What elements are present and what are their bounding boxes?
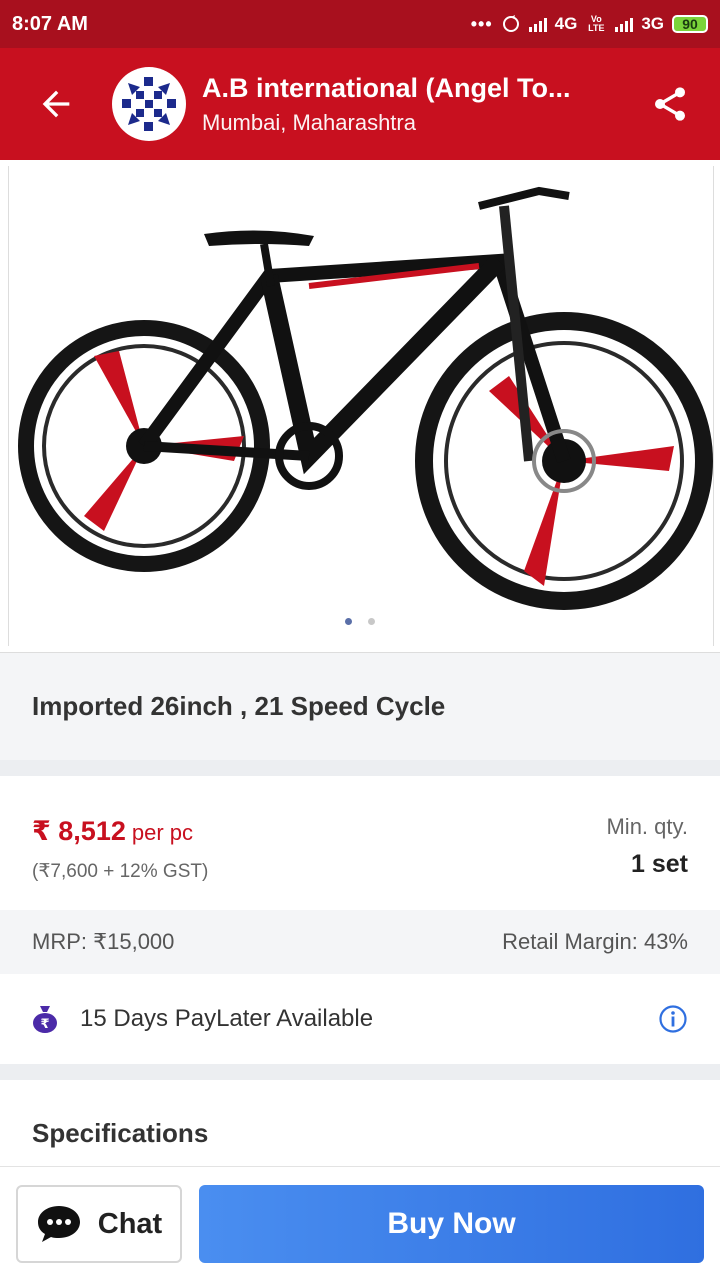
chat-label: Chat — [97, 1207, 163, 1240]
status-time: 8:07 AM — [12, 12, 88, 35]
section-gap — [0, 760, 720, 776]
carousel-dot-1[interactable] — [345, 618, 352, 625]
network-type-2: 3G — [641, 14, 664, 33]
product-title: Imported 26inch , 21 Speed Cycle — [32, 691, 446, 721]
mrp-row: MRP: ₹15,000 Retail Margin: 43% — [0, 910, 720, 974]
retail-margin: Retail Margin: 43% — [502, 929, 688, 954]
buy-now-button[interactable]: Buy Now — [199, 1185, 704, 1263]
bicycle-image — [18, 186, 713, 610]
buy-now-label: Buy Now — [387, 1207, 516, 1240]
chat-button[interactable]: Chat — [16, 1185, 182, 1263]
min-qty-label: Min. qty. — [606, 814, 688, 839]
signal-icon-1 — [528, 16, 547, 32]
section-gap — [0, 1064, 720, 1080]
product-image[interactable] — [8, 166, 714, 646]
info-icon[interactable] — [658, 1004, 688, 1034]
specifications-title: Specifications — [32, 1118, 209, 1148]
signal-icon-2 — [615, 16, 634, 32]
store-location: Mumbai, Maharashtra — [202, 109, 416, 135]
app-bar: A.B international (Angel To... Mumbai, M… — [0, 48, 720, 160]
mrp-value: MRP: ₹15,000 — [32, 929, 175, 954]
price-amount: ₹ 8,512 — [32, 816, 126, 846]
status-icons: ••• 4G Vo LTE 3G 90 — [471, 14, 708, 35]
title-section: Imported 26inch , 21 Speed Cycle — [0, 653, 720, 760]
price-line: ₹ 8,512 per pc — [32, 816, 193, 847]
store-logo-mark — [116, 71, 182, 137]
svg-text:₹: ₹ — [40, 1017, 49, 1032]
share-button[interactable] — [620, 48, 720, 160]
share-icon — [655, 87, 685, 121]
back-button[interactable] — [0, 48, 112, 160]
paylater-row[interactable]: ₹ 15 Days PayLater Available — [0, 974, 720, 1064]
bottom-action-bar: Chat Buy Now — [0, 1166, 720, 1280]
price-unit: per pc — [131, 820, 194, 845]
network-type-1: 4G — [554, 14, 578, 33]
specifications-section: Specifications — [0, 1080, 720, 1170]
notification-dots: ••• — [470, 13, 493, 34]
min-qty-value: 1 set — [631, 850, 688, 878]
volte-badge: Vo LTE — [588, 14, 605, 33]
chat-icon — [37, 1206, 80, 1242]
store-name: A.B international (Angel To... — [202, 72, 571, 103]
sync-icon — [502, 15, 519, 32]
carousel-dots[interactable] — [0, 618, 720, 625]
price-breakdown: (₹7,600 + 12% GST) — [32, 861, 209, 882]
carousel-dot-2[interactable] — [368, 618, 375, 625]
battery-icon: 90 — [672, 15, 708, 33]
paylater-text: 15 Days PayLater Available — [80, 1005, 374, 1032]
arrow-left-icon — [42, 90, 70, 118]
money-bag-icon: ₹ — [33, 1006, 57, 1033]
status-bar: 8:07 AM ••• 4G Vo LTE 3G 90 — [0, 0, 720, 48]
store-info[interactable]: A.B international (Angel To... Mumbai, M… — [202, 73, 620, 136]
price-section: ₹ 8,512 per pc (₹7,600 + 12% GST) Min. qt… — [0, 776, 720, 910]
store-logo[interactable] — [112, 67, 186, 141]
